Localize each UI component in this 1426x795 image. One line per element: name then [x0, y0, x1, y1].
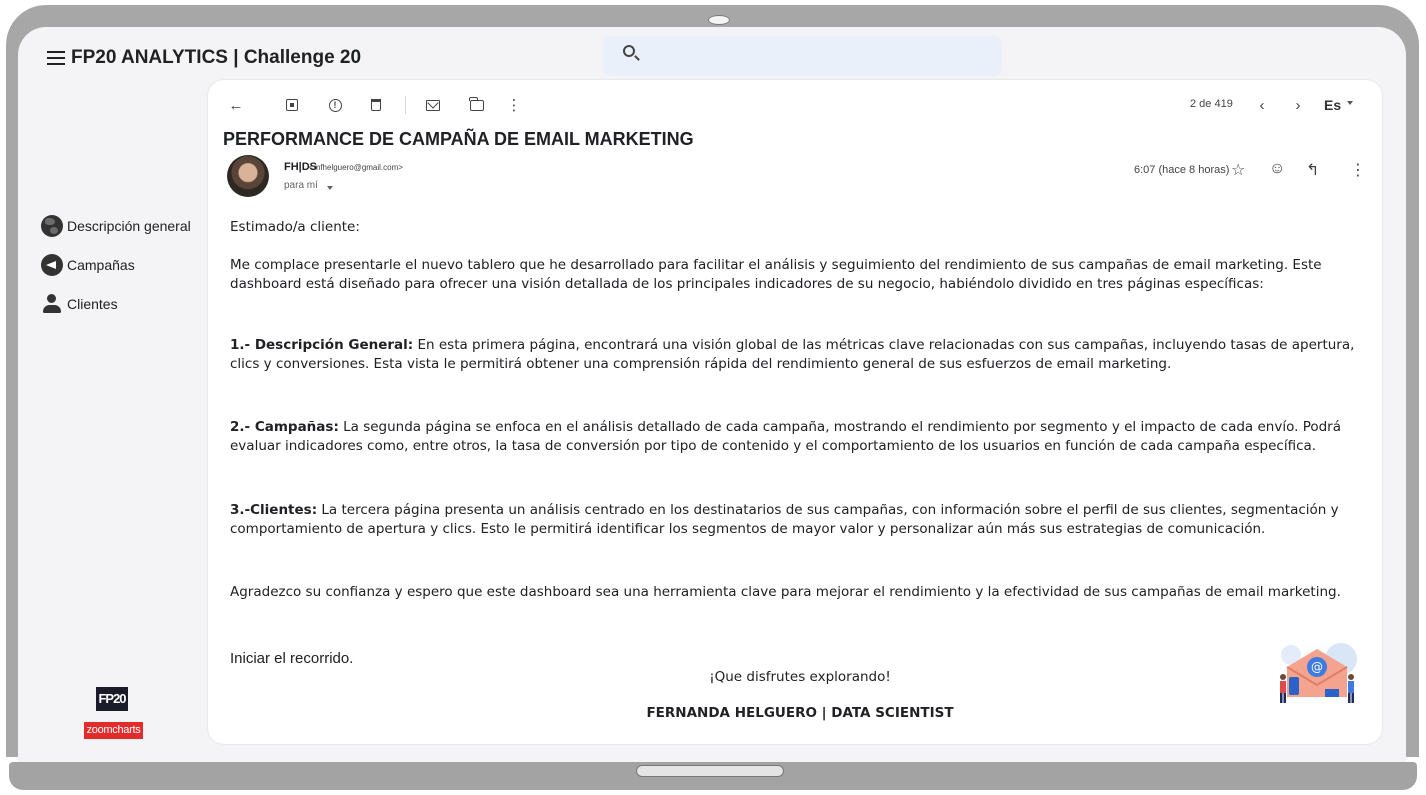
emoji-reaction-icon[interactable]: ☺	[1269, 160, 1285, 178]
sidebar-item-campanas[interactable]: Campañas	[39, 253, 135, 277]
megaphone-icon	[39, 253, 65, 277]
laptop-notch	[636, 765, 784, 777]
email-thanks: Agradezco su confianza y espero que este…	[230, 584, 1341, 600]
camera	[708, 15, 730, 25]
back-arrow-icon[interactable]: ←	[227, 96, 245, 114]
section-heading: 1.- Descripción General:	[230, 337, 414, 353]
next-icon[interactable]: ›	[1289, 96, 1307, 114]
sidebar-item-clientes[interactable]: Clientes	[39, 292, 118, 316]
sidebar-item-descripcion-general[interactable]: Descripción general	[39, 214, 191, 238]
sidebar-item-label: Campañas	[67, 257, 135, 273]
sidebar-item-label: Clientes	[67, 296, 118, 312]
more-options-icon[interactable]: ⋮	[505, 96, 523, 114]
section-heading: 2.- Campañas:	[230, 419, 339, 435]
start-tour-link[interactable]: Iniciar el recorrido.	[230, 650, 353, 667]
language-selector[interactable]: Es	[1324, 97, 1341, 113]
search-icon[interactable]	[623, 45, 635, 57]
email-card: ← ! ⋮ 2 de 419 ‹ › Es PERFORMANCE DE CAM…	[208, 80, 1382, 744]
delete-icon[interactable]	[367, 96, 385, 114]
email-subject: PERFORMANCE DE CAMPAÑA DE EMAIL MARKETIN…	[223, 129, 694, 149]
section-text: La segunda página se enfoca en el anális…	[230, 419, 1342, 454]
avatar	[227, 155, 269, 197]
svg-text:@: @	[1311, 660, 1323, 674]
zoomcharts-logo: zoomcharts	[84, 722, 143, 739]
mark-unread-icon[interactable]	[424, 96, 442, 114]
previous-icon[interactable]: ‹	[1253, 96, 1271, 114]
email-timestamp: 6:07 (hace 8 horas)	[1134, 164, 1230, 176]
app-title: FP20 ANALYTICS | Challenge 20	[71, 47, 362, 68]
section-clientes: 3.-Clientes: La tercera página presenta …	[230, 501, 1372, 538]
sidebar-item-label: Descripción general	[67, 218, 191, 234]
section-text: La tercera página presenta un análisis c…	[230, 502, 1339, 537]
reply-icon[interactable]: ↰	[1306, 160, 1319, 180]
fp20-logo: FP20	[96, 687, 128, 711]
report-spam-icon[interactable]: !	[326, 96, 344, 114]
recipient-chevron-icon[interactable]	[327, 186, 333, 190]
recipient-label[interactable]: para mí	[284, 180, 318, 191]
section-descripcion-general: 1.- Descripción General: En esta primera…	[230, 336, 1372, 373]
email-signature: FERNANDA HELGUERO | DATA SCIENTIST	[646, 705, 954, 721]
people-icon	[39, 292, 65, 316]
screen: FP20 ANALYTICS | Challenge 20 Descripció…	[18, 27, 1406, 762]
globe-icon	[39, 214, 65, 238]
move-to-icon[interactable]	[468, 96, 486, 114]
section-campanas: 2.- Campañas: La segunda página se enfoc…	[230, 418, 1372, 455]
toolbar-divider	[405, 96, 406, 114]
section-heading: 3.-Clientes:	[230, 502, 318, 518]
chevron-down-icon[interactable]	[1347, 101, 1353, 105]
star-icon[interactable]: ☆	[1231, 160, 1245, 180]
search-bar[interactable]	[603, 36, 1002, 76]
message-counter: 2 de 419	[1190, 98, 1233, 110]
email-marketing-illustration-icon: @	[1280, 643, 1357, 703]
email-greeting: Estimado/a cliente:	[230, 219, 360, 235]
more-options-icon[interactable]: ⋮	[1350, 160, 1366, 180]
archive-icon[interactable]	[283, 96, 301, 114]
hamburger-menu-icon[interactable]	[47, 51, 65, 65]
email-closing: ¡Que disfrutes explorando!	[709, 669, 891, 685]
email-intro: Me complace presentarle el nuevo tablero…	[230, 257, 1322, 292]
sender-email: <mfhelguero@gmail.com>	[309, 163, 403, 172]
